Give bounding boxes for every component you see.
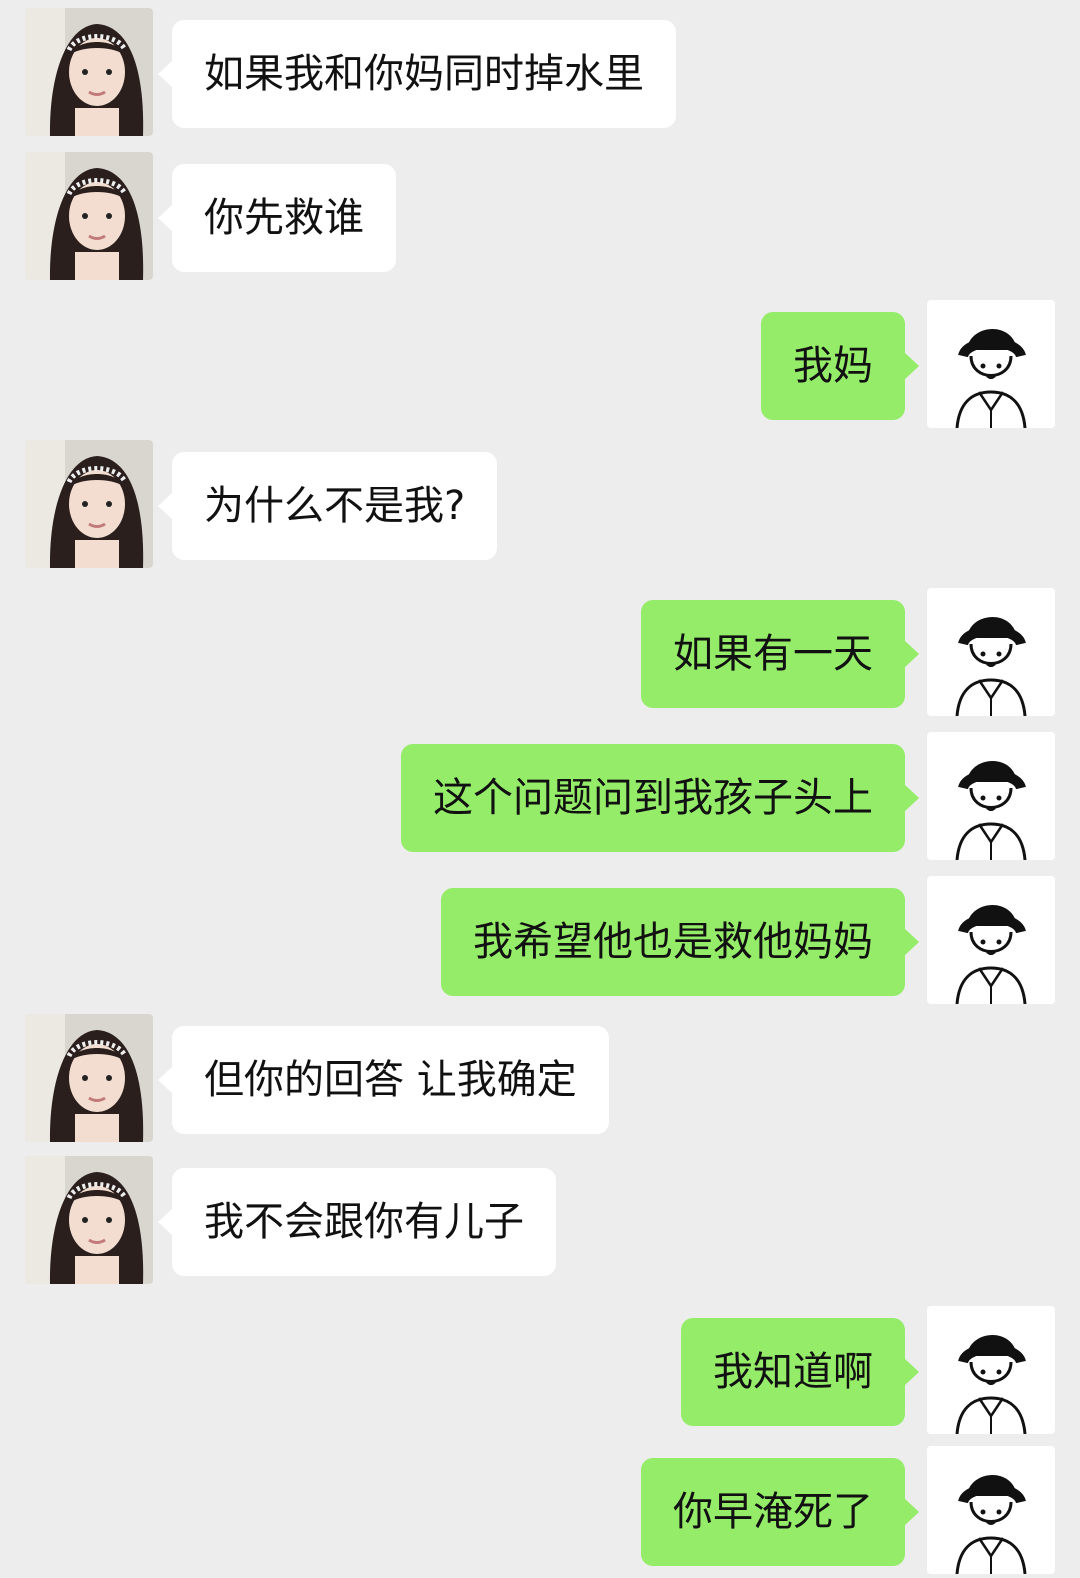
message-row: 为什么不是我? [0,440,1080,570]
message-bubble[interactable]: 如果我和你妈同时掉水里 [158,20,676,128]
message-bubble[interactable]: 你先救谁 [158,164,396,272]
chat-window: 如果我和你妈同时掉水里 你先救谁 我妈 为什么不是我? 如果有一天 这个问题问到… [0,0,1080,1578]
message-bubble[interactable]: 我知道啊 [681,1318,919,1426]
girl-avatar-icon [25,1156,153,1284]
boy-avatar-icon [927,876,1055,1004]
girl-avatar-icon [25,8,153,136]
boy-avatar-icon[interactable] [927,1306,1055,1434]
girl-avatar-icon [25,1014,153,1142]
girl-avatar-icon[interactable] [25,152,153,280]
boy-avatar-icon [927,1306,1055,1434]
girl-avatar-icon[interactable] [25,8,153,136]
message-bubble[interactable]: 我妈 [761,312,919,420]
boy-avatar-icon [927,588,1055,716]
message-row: 如果我和你妈同时掉水里 [0,8,1080,138]
message-row: 我知道啊 [0,1306,1080,1436]
message-bubble[interactable]: 你早淹死了 [641,1458,919,1566]
boy-avatar-icon [927,300,1055,428]
boy-avatar-icon[interactable] [927,300,1055,428]
message-row: 你先救谁 [0,152,1080,282]
message-bubble[interactable]: 我希望他也是救他妈妈 [441,888,919,996]
boy-avatar-icon[interactable] [927,732,1055,860]
girl-avatar-icon[interactable] [25,1014,153,1142]
boy-avatar-icon [927,732,1055,860]
message-bubble[interactable]: 这个问题问到我孩子头上 [401,744,919,852]
message-row: 我妈 [0,300,1080,430]
message-bubble[interactable]: 为什么不是我? [157,452,498,560]
message-row: 我不会跟你有儿子 [0,1156,1080,1286]
boy-avatar-icon[interactable] [927,876,1055,1004]
girl-avatar-icon[interactable] [25,440,153,568]
boy-avatar-icon[interactable] [927,1446,1055,1574]
message-row: 你早淹死了 [0,1446,1080,1576]
boy-avatar-icon[interactable] [927,588,1055,716]
girl-avatar-icon [25,440,153,568]
message-bubble[interactable]: 我不会跟你有儿子 [158,1168,556,1276]
girl-avatar-icon [25,152,153,280]
message-row: 但你的回答 让我确定 [0,1014,1080,1144]
message-row: 这个问题问到我孩子头上 [0,732,1080,862]
boy-avatar-icon [927,1446,1055,1574]
message-bubble[interactable]: 但你的回答 让我确定 [158,1026,609,1134]
message-bubble[interactable]: 如果有一天 [641,600,919,708]
message-row: 如果有一天 [0,588,1080,718]
message-row: 我希望他也是救他妈妈 [0,876,1080,1006]
girl-avatar-icon[interactable] [25,1156,153,1284]
